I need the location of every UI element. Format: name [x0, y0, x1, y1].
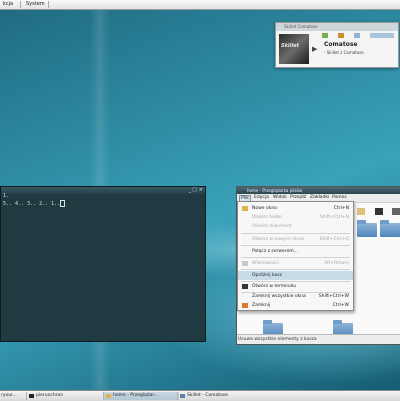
- menu-item-wlasciwosci[interactable]: Właściwości Alt+Return: [238, 259, 353, 268]
- taskbar-item[interactable]: ryour...: [0, 392, 25, 400]
- toolbar-icon[interactable]: [392, 208, 400, 215]
- menu-separator: [241, 269, 350, 270]
- notification-title: Skillet Comatose: [276, 23, 398, 31]
- terminal-titlebar[interactable]: _ □ ×: [1, 187, 205, 194]
- menu-item-polacz-z-serwerem[interactable]: Połącz z serwerem...: [238, 247, 353, 256]
- folder-icon[interactable]: [380, 220, 400, 237]
- terminal-prompt-line: 5.. 4.. 3.. 2.. 1..: [3, 200, 66, 207]
- maximize-icon[interactable]: □: [192, 188, 197, 193]
- folder-icon: [106, 394, 111, 398]
- terminal-window[interactable]: _ □ × 1. 5.. 4.. 3.. 2.. 1..: [0, 186, 206, 342]
- blue-control-icon[interactable]: [354, 33, 360, 38]
- menu-item-zamknij[interactable]: Zamknij Ctrl+W: [238, 301, 353, 310]
- album-cover: Skillet: [279, 34, 309, 64]
- folder-icon[interactable]: [357, 220, 377, 237]
- album-cover-text: Skillet: [281, 43, 299, 49]
- progress-icon: [370, 33, 394, 38]
- terminal-countdown: 5.. 4.. 3.. 2.. 1..: [3, 201, 61, 207]
- taskbar: ryour... pierunchron home - Przeglądar..…: [0, 390, 400, 401]
- menu-item-utworz-dokument[interactable]: Utwórz dokument: [238, 222, 353, 231]
- menu-separator: [241, 245, 350, 246]
- home-icon[interactable]: [357, 208, 365, 215]
- panel-separator: [48, 1, 49, 8]
- song-artist: - Skillet z Comatose: [324, 50, 364, 55]
- taskbar-item-music[interactable]: Skillet - Comatose: [177, 392, 253, 400]
- menu-item-otworz-w-terminalu[interactable]: Otwórz w terminalu: [238, 282, 353, 291]
- close-icon: [242, 303, 248, 308]
- minimize-icon[interactable]: _: [189, 188, 192, 193]
- properties-icon: [242, 261, 248, 266]
- menu-item-utworz-folder[interactable]: Utwórz folder Shift+Ctrl+N: [238, 213, 353, 222]
- terminal-cursor: [60, 200, 66, 207]
- song-title: Comatose: [324, 41, 358, 48]
- menu-item-oproznij-kosz[interactable]: Opróżnij kosz: [238, 271, 353, 280]
- computer-icon[interactable]: [375, 208, 383, 215]
- menu-item-otworz-w-nowym-oknie[interactable]: Otwórz w nowym oknie Shift+Ctrl+O: [238, 235, 353, 244]
- play-icon[interactable]: ▶: [312, 45, 317, 53]
- orange-control-icon[interactable]: [338, 33, 344, 38]
- taskbar-item-terminal[interactable]: pierunchron: [26, 392, 106, 400]
- menu-separator: [241, 233, 350, 234]
- menu-separator: [241, 257, 350, 258]
- menu-system[interactable]: System: [23, 1, 48, 7]
- terminal-icon: [29, 394, 34, 398]
- file-manager-title: home - Przeglądarka plików: [247, 188, 303, 193]
- taskbar-item-file-manager[interactable]: home - Przeglądar...: [103, 392, 179, 400]
- status-bar: Usuwa wszystkie elementy z kosza: [237, 334, 400, 344]
- menu-item-zamknij-wszystkie[interactable]: Zamknij wszystkie okna Shift+Ctrl+W: [238, 292, 353, 301]
- panel-separator: [20, 1, 21, 8]
- plik-dropdown-menu[interactable]: Nowe okno Ctrl+N Utwórz folder Shift+Ctr…: [237, 201, 354, 311]
- terminal-icon: [242, 284, 248, 289]
- new-window-icon: [242, 206, 248, 211]
- menu-item-nowe-okno[interactable]: Nowe okno Ctrl+N: [238, 204, 353, 213]
- top-panel: kcja System: [0, 0, 400, 10]
- music-icon: [180, 394, 185, 398]
- green-control-icon[interactable]: [322, 33, 328, 38]
- close-icon[interactable]: ×: [199, 188, 203, 193]
- terminal-line: 1.: [3, 193, 10, 199]
- menu-edycja[interactable]: kcja: [0, 1, 16, 7]
- music-notification[interactable]: Skillet Comatose Skillet ▶ Comatose - Sk…: [275, 22, 399, 68]
- file-manager-titlebar[interactable]: home - Przeglądarka plików: [237, 187, 400, 194]
